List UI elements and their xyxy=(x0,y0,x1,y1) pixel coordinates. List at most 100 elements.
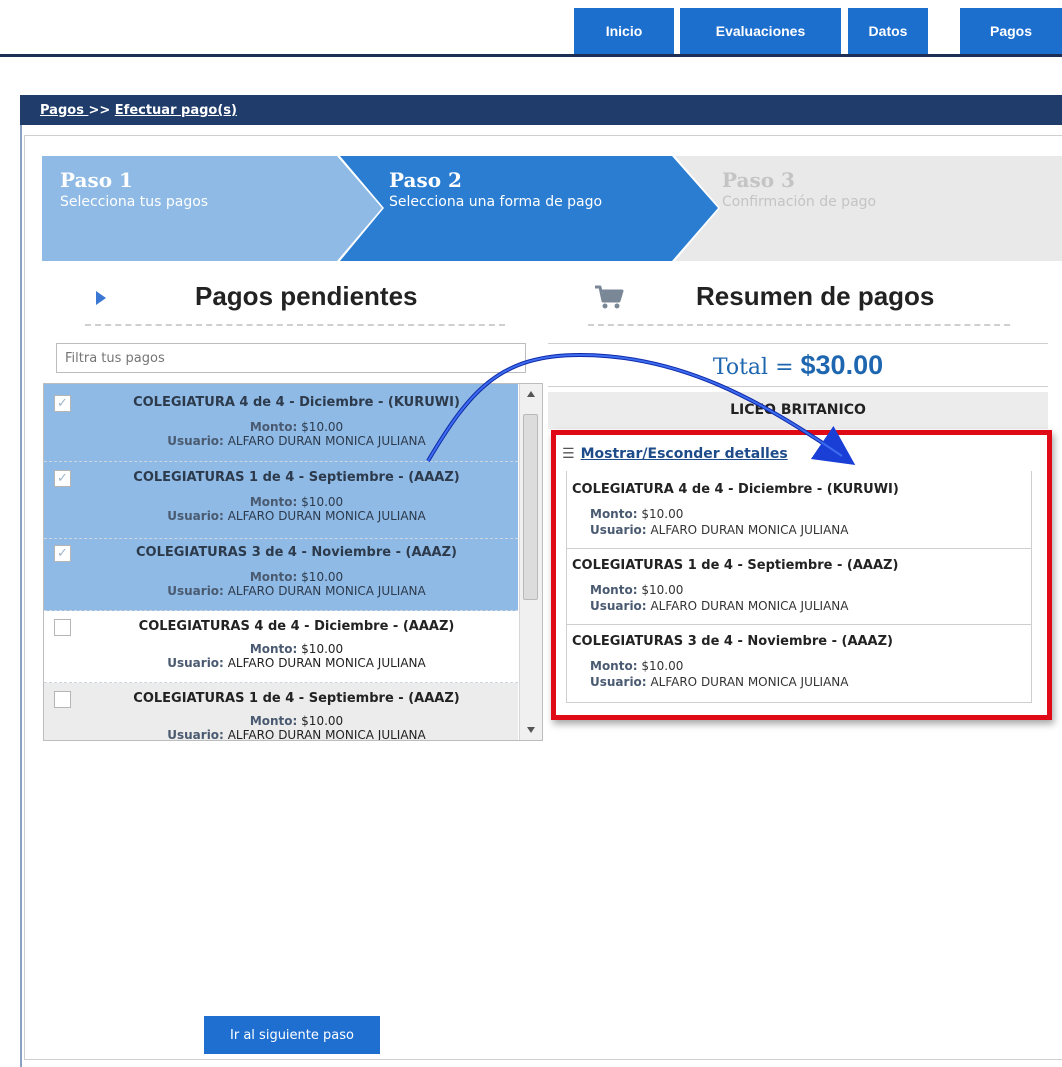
nav-evaluaciones[interactable]: Evaluaciones xyxy=(680,8,841,54)
pending-item[interactable]: ✓ COLEGIATURA 4 de 4 - Diciembre - (KURU… xyxy=(44,384,518,462)
summary-item-user: Usuario: ALFARO DURAN MONICA JULIANA xyxy=(590,675,848,689)
total-top-rule xyxy=(548,343,1048,344)
item-amount: Monto: $10.00 xyxy=(84,714,509,728)
step-2-subtitle: Selecciona una forma de pago xyxy=(389,194,603,210)
amount-value: $10.00 xyxy=(641,583,684,597)
next-step-button[interactable]: Ir al siguiente paso xyxy=(204,1016,380,1054)
summary-divider xyxy=(588,324,1010,326)
pending-item[interactable]: COLEGIATURAS 4 de 4 - Diciembre - (AAAZ)… xyxy=(44,611,518,683)
item-title: COLEGIATURAS 1 de 4 - Septiembre - (AAAZ… xyxy=(133,691,460,706)
item-amount: Monto: $10.00 xyxy=(84,642,509,656)
total-bottom-rule xyxy=(548,386,1048,387)
step-3-title: Paso 3 xyxy=(722,168,795,192)
total-currency: $ xyxy=(800,350,816,380)
total-label: Total = xyxy=(712,355,801,380)
user-label: Usuario: xyxy=(167,509,224,523)
user-value: ALFARO DURAN MONICA JULIANA xyxy=(227,434,426,448)
user-value: ALFARO DURAN MONICA JULIANA xyxy=(227,656,426,670)
step-1-title: Paso 1 xyxy=(60,168,133,192)
item-amount: Monto: $10.00 xyxy=(84,420,509,434)
item-amount: Monto: $10.00 xyxy=(84,570,509,584)
school-name: LICEO BRITANICO xyxy=(548,392,1048,429)
nav-pagos[interactable]: Pagos xyxy=(960,8,1062,54)
summary-item: COLEGIATURAS 1 de 4 - Septiembre - (AAAZ… xyxy=(567,549,1031,625)
nav-inicio[interactable]: Inicio xyxy=(574,8,674,54)
breadcrumb-bar: Pagos >> Efectuar pago(s) xyxy=(20,95,1062,125)
pending-item[interactable]: ✓ COLEGIATURAS 3 de 4 - Noviembre - (AAA… xyxy=(44,539,518,611)
item-title: COLEGIATURAS 4 de 4 - Diciembre - (AAAZ) xyxy=(138,619,455,634)
summary-item-user: Usuario: ALFARO DURAN MONICA JULIANA xyxy=(590,523,848,537)
user-value: ALFARO DURAN MONICA JULIANA xyxy=(650,523,849,537)
item-user: Usuario: ALFARO DURAN MONICA JULIANA xyxy=(84,728,509,741)
step-1: Paso 1 Selecciona tus pagos xyxy=(60,168,300,211)
user-label: Usuario: xyxy=(167,728,224,741)
pending-item[interactable]: ✓ COLEGIATURAS 1 de 4 - Septiembre - (AA… xyxy=(44,462,518,539)
user-label: Usuario: xyxy=(167,584,224,598)
pending-heading: Pagos pendientes xyxy=(195,281,418,311)
pending-item[interactable]: COLEGIATURAS 1 de 4 - Septiembre - (AAAZ… xyxy=(44,683,518,741)
summary-item-amount: Monto: $10.00 xyxy=(590,659,683,673)
play-arrow-icon xyxy=(96,291,106,305)
list-scrollbar[interactable] xyxy=(519,384,542,740)
scroll-up-icon[interactable] xyxy=(526,390,536,398)
breadcrumb-pagos-link[interactable]: Pagos xyxy=(40,103,88,118)
amount-label: Monto: xyxy=(590,583,638,597)
scrollbar-thumb[interactable] xyxy=(523,414,538,600)
breadcrumb-current-link[interactable]: Efectuar pago(s) xyxy=(115,103,237,118)
summary-item: COLEGIATURAS 3 de 4 - Noviembre - (AAAZ)… xyxy=(567,625,1031,702)
step-1-subtitle: Selecciona tus pagos xyxy=(60,194,209,210)
summary-heading: Resumen de pagos xyxy=(696,281,935,311)
scroll-down-icon[interactable] xyxy=(526,726,536,734)
amount-label: Monto: xyxy=(249,570,298,584)
amount-value: $10.00 xyxy=(301,570,344,584)
summary-details: COLEGIATURA 4 de 4 - Diciembre - (KURUWI… xyxy=(566,471,1032,703)
step-2: Paso 2 Selecciona una forma de pago xyxy=(389,168,609,211)
item-title: COLEGIATURA 4 de 4 - Diciembre - (KURUWI… xyxy=(133,395,460,410)
pending-divider xyxy=(85,324,505,326)
summary-item: COLEGIATURA 4 de 4 - Diciembre - (KURUWI… xyxy=(567,471,1031,549)
item-amount: Monto: $10.00 xyxy=(84,495,509,509)
item-user: Usuario: ALFARO DURAN MONICA JULIANA xyxy=(84,434,509,448)
amount-label: Monto: xyxy=(249,714,298,728)
user-value: ALFARO DURAN MONICA JULIANA xyxy=(227,728,426,741)
item-checkbox[interactable]: ✓ xyxy=(54,470,71,487)
total-amount: 30.00 xyxy=(815,350,884,380)
item-user: Usuario: ALFARO DURAN MONICA JULIANA xyxy=(84,656,509,670)
amount-label: Monto: xyxy=(590,659,638,673)
item-title: COLEGIATURAS 3 de 4 - Noviembre - (AAAZ) xyxy=(136,545,457,560)
amount-label: Monto: xyxy=(249,420,298,434)
user-label: Usuario: xyxy=(590,523,647,537)
amount-label: Monto: xyxy=(249,495,298,509)
item-checkbox[interactable] xyxy=(54,691,71,708)
user-label: Usuario: xyxy=(167,434,224,448)
item-checkbox[interactable]: ✓ xyxy=(54,545,71,562)
summary-item-amount: Monto: $10.00 xyxy=(590,583,683,597)
breadcrumb: Pagos >> Efectuar pago(s) xyxy=(40,103,237,118)
user-value: ALFARO DURAN MONICA JULIANA xyxy=(227,584,426,598)
panel-left-border xyxy=(20,125,22,1067)
step-2-title: Paso 2 xyxy=(389,168,462,192)
amount-value: $10.00 xyxy=(301,714,344,728)
item-user: Usuario: ALFARO DURAN MONICA JULIANA xyxy=(84,584,509,598)
step-3-subtitle: Confirmación de pago xyxy=(722,194,877,210)
header-divider xyxy=(0,54,1062,57)
step-3: Paso 3 Confirmación de pago xyxy=(722,168,982,211)
item-checkbox[interactable]: ✓ xyxy=(54,395,71,412)
item-user: Usuario: ALFARO DURAN MONICA JULIANA xyxy=(84,509,509,523)
filter-input[interactable] xyxy=(56,343,526,373)
pending-payments-list[interactable]: ✓ COLEGIATURA 4 de 4 - Diciembre - (KURU… xyxy=(43,383,543,741)
cart-icon xyxy=(595,285,624,309)
toggle-details-link[interactable]: ☰ Mostrar/Esconder detalles xyxy=(562,446,788,462)
amount-value: $10.00 xyxy=(641,507,684,521)
nav-datos[interactable]: Datos xyxy=(848,8,928,54)
item-title: COLEGIATURAS 1 de 4 - Septiembre - (AAAZ… xyxy=(133,470,460,485)
summary-item-amount: Monto: $10.00 xyxy=(590,507,683,521)
user-value: ALFARO DURAN MONICA JULIANA xyxy=(650,599,849,613)
summary-item-user: Usuario: ALFARO DURAN MONICA JULIANA xyxy=(590,599,848,613)
item-checkbox[interactable] xyxy=(54,619,71,636)
total-display: Total = $30.00 xyxy=(548,350,1048,381)
toggle-details-label[interactable]: Mostrar/Esconder detalles xyxy=(581,446,788,462)
user-label: Usuario: xyxy=(590,675,647,689)
amount-value: $10.00 xyxy=(641,659,684,673)
amount-value: $10.00 xyxy=(301,420,344,434)
